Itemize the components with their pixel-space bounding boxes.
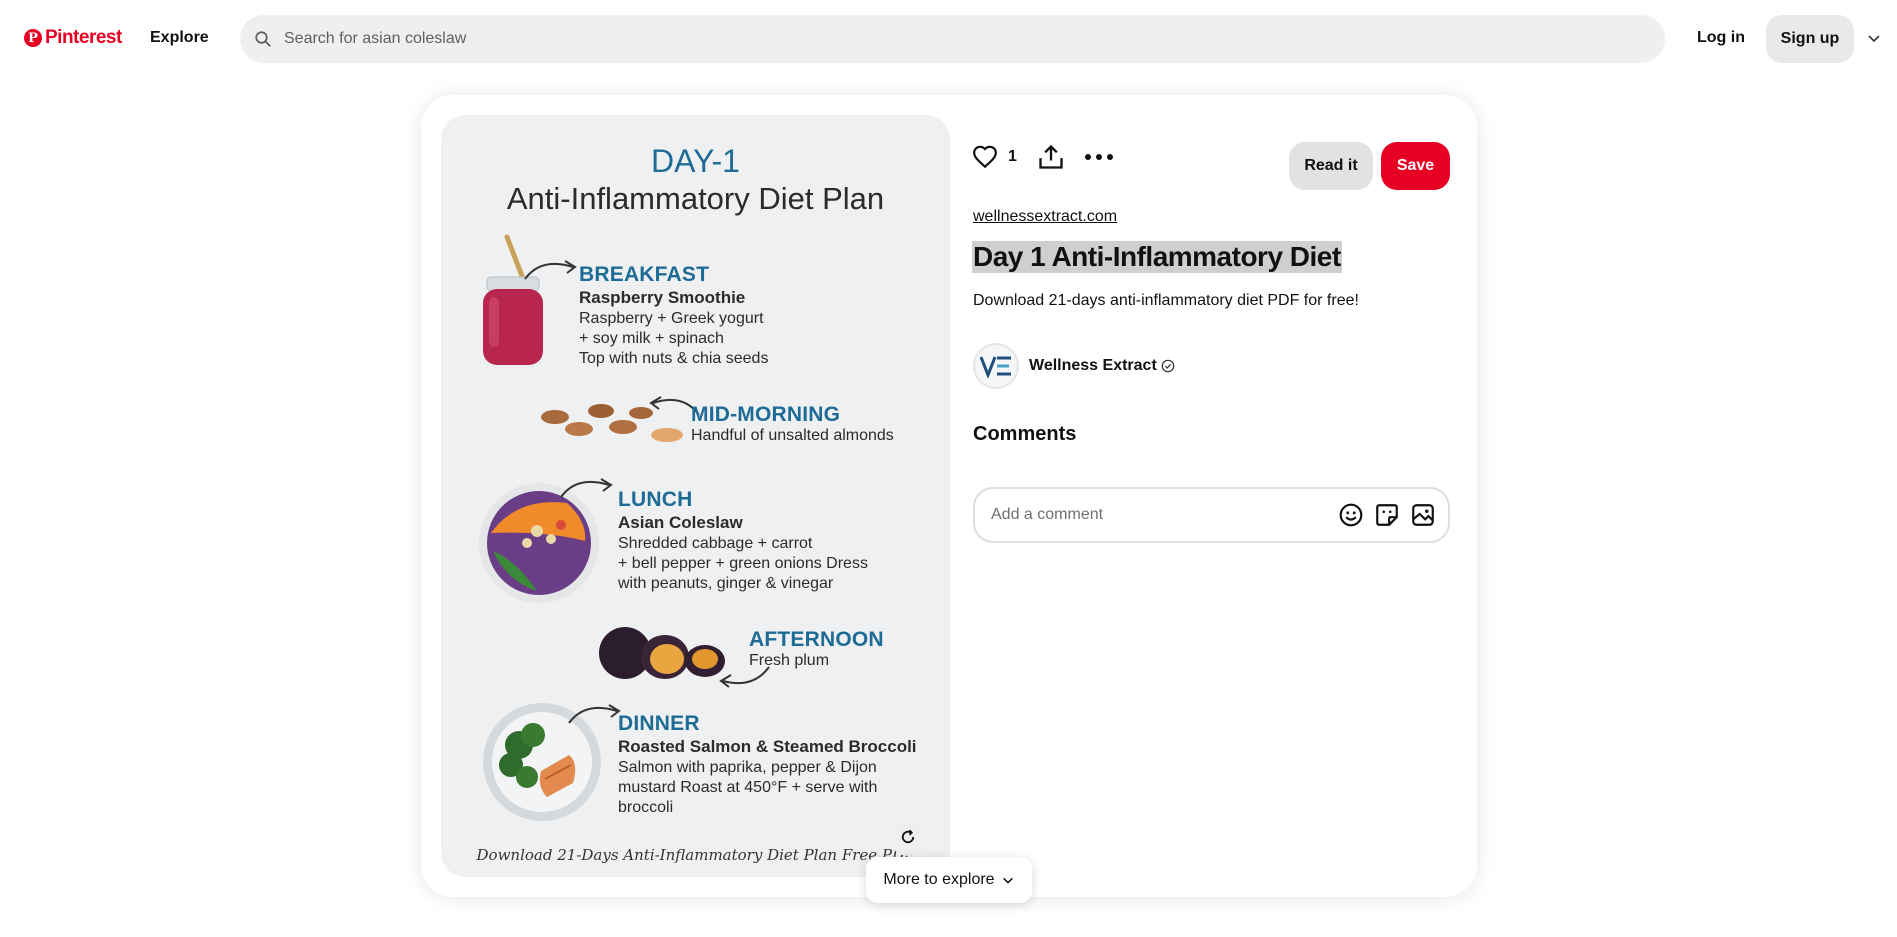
lunch-dish: Asian Coleslaw bbox=[618, 513, 743, 532]
pinterest-logo[interactable]: P Pinterest bbox=[24, 27, 122, 49]
breakfast-dish: Raspberry Smoothie bbox=[579, 288, 746, 307]
save-button[interactable]: Save bbox=[1381, 142, 1450, 190]
explore-link[interactable]: Explore bbox=[150, 29, 209, 47]
image-upload-icon[interactable] bbox=[1410, 502, 1436, 528]
comment-box[interactable] bbox=[973, 487, 1450, 543]
login-button[interactable]: Log in bbox=[1697, 29, 1745, 47]
logo-text: Pinterest bbox=[45, 27, 122, 48]
visual-search-button[interactable] bbox=[889, 818, 927, 856]
dinner-line: Salmon with paprika, pepper & Dijon bbox=[618, 759, 877, 776]
dinner-dish: Roasted Salmon & Steamed Broccoli bbox=[618, 737, 917, 756]
top-nav: P Pinterest Explore Log in Sign up bbox=[0, 0, 1897, 80]
more-to-explore-button[interactable]: More to explore bbox=[866, 857, 1032, 903]
smoothie-illustration bbox=[483, 234, 543, 365]
like-count: 1 bbox=[1008, 148, 1017, 165]
pin-image[interactable]: DAY-1 Anti-Inflammatory Diet Plan BREAKF… bbox=[441, 115, 950, 877]
arrow-decoration bbox=[568, 704, 621, 724]
breakfast-line: Raspberry + Greek yogurt bbox=[579, 310, 764, 327]
dinner-heading: DINNER bbox=[618, 712, 700, 735]
comments-heading: Comments bbox=[973, 423, 1077, 445]
afternoon-line: Fresh plum bbox=[749, 652, 830, 669]
lunch-line: with peanuts, ginger & vinegar bbox=[618, 575, 834, 592]
image-day-label: DAY-1 bbox=[651, 143, 740, 179]
more-to-explore-label: More to explore bbox=[883, 871, 995, 888]
creator-info[interactable]: Wellness Extract bbox=[973, 343, 1175, 389]
verified-icon bbox=[1161, 359, 1175, 373]
image-title: Anti-Inflammatory Diet Plan bbox=[506, 181, 885, 216]
emoji-icon[interactable] bbox=[1338, 502, 1364, 528]
pinterest-p-icon: P bbox=[24, 29, 42, 47]
lunch-heading: LUNCH bbox=[618, 488, 693, 511]
breakfast-heading: BREAKFAST bbox=[579, 263, 710, 286]
chevron-down-icon bbox=[1002, 877, 1013, 884]
midmorning-line: Handful of unsalted almonds bbox=[691, 427, 894, 444]
avatar[interactable] bbox=[973, 343, 1019, 389]
dinner-line: mustard Roast at 450°F + serve with bbox=[618, 779, 878, 796]
plums-illustration bbox=[599, 627, 725, 679]
search-bar[interactable] bbox=[240, 15, 1665, 63]
breakfast-line: Top with nuts & chia seeds bbox=[579, 350, 769, 367]
more-options-icon[interactable] bbox=[1084, 143, 1113, 171]
sticker-icon[interactable] bbox=[1374, 502, 1400, 528]
lunch-line: + bell pepper + green onions Dress bbox=[618, 555, 868, 572]
share-icon[interactable] bbox=[1037, 143, 1065, 171]
dinner-line: broccoli bbox=[618, 799, 674, 816]
pin-actions: 1 bbox=[972, 143, 1113, 171]
afternoon-heading: AFTERNOON bbox=[749, 628, 884, 651]
refresh-icon bbox=[901, 829, 915, 844]
wellness-extract-logo-icon bbox=[979, 356, 1011, 378]
chevron-down-icon[interactable] bbox=[1866, 30, 1882, 46]
midmorning-heading: MID-MORNING bbox=[691, 403, 841, 426]
pin-card: DAY-1 Anti-Inflammatory Diet Plan BREAKF… bbox=[421, 95, 1477, 897]
heart-icon[interactable] bbox=[972, 144, 998, 170]
lunch-line: Shredded cabbage + carrot bbox=[618, 535, 813, 552]
breakfast-line: + soy milk + spinach bbox=[579, 330, 724, 347]
pin-description: Download 21-days anti-inflammatory diet … bbox=[973, 292, 1359, 309]
signup-button[interactable]: Sign up bbox=[1766, 15, 1854, 63]
arrow-decoration bbox=[560, 478, 613, 498]
search-input[interactable] bbox=[284, 30, 1644, 48]
source-link[interactable]: wellnessextract.com bbox=[973, 208, 1117, 226]
pin-title: Day 1 Anti-Inflammatory Diet bbox=[972, 241, 1342, 273]
comment-tools bbox=[1328, 502, 1436, 528]
search-icon bbox=[255, 31, 271, 47]
creator-name[interactable]: Wellness Extract bbox=[1029, 357, 1157, 375]
read-it-button[interactable]: Read it bbox=[1289, 142, 1373, 190]
comment-input[interactable] bbox=[991, 506, 1321, 524]
arrow-decoration bbox=[524, 260, 577, 280]
